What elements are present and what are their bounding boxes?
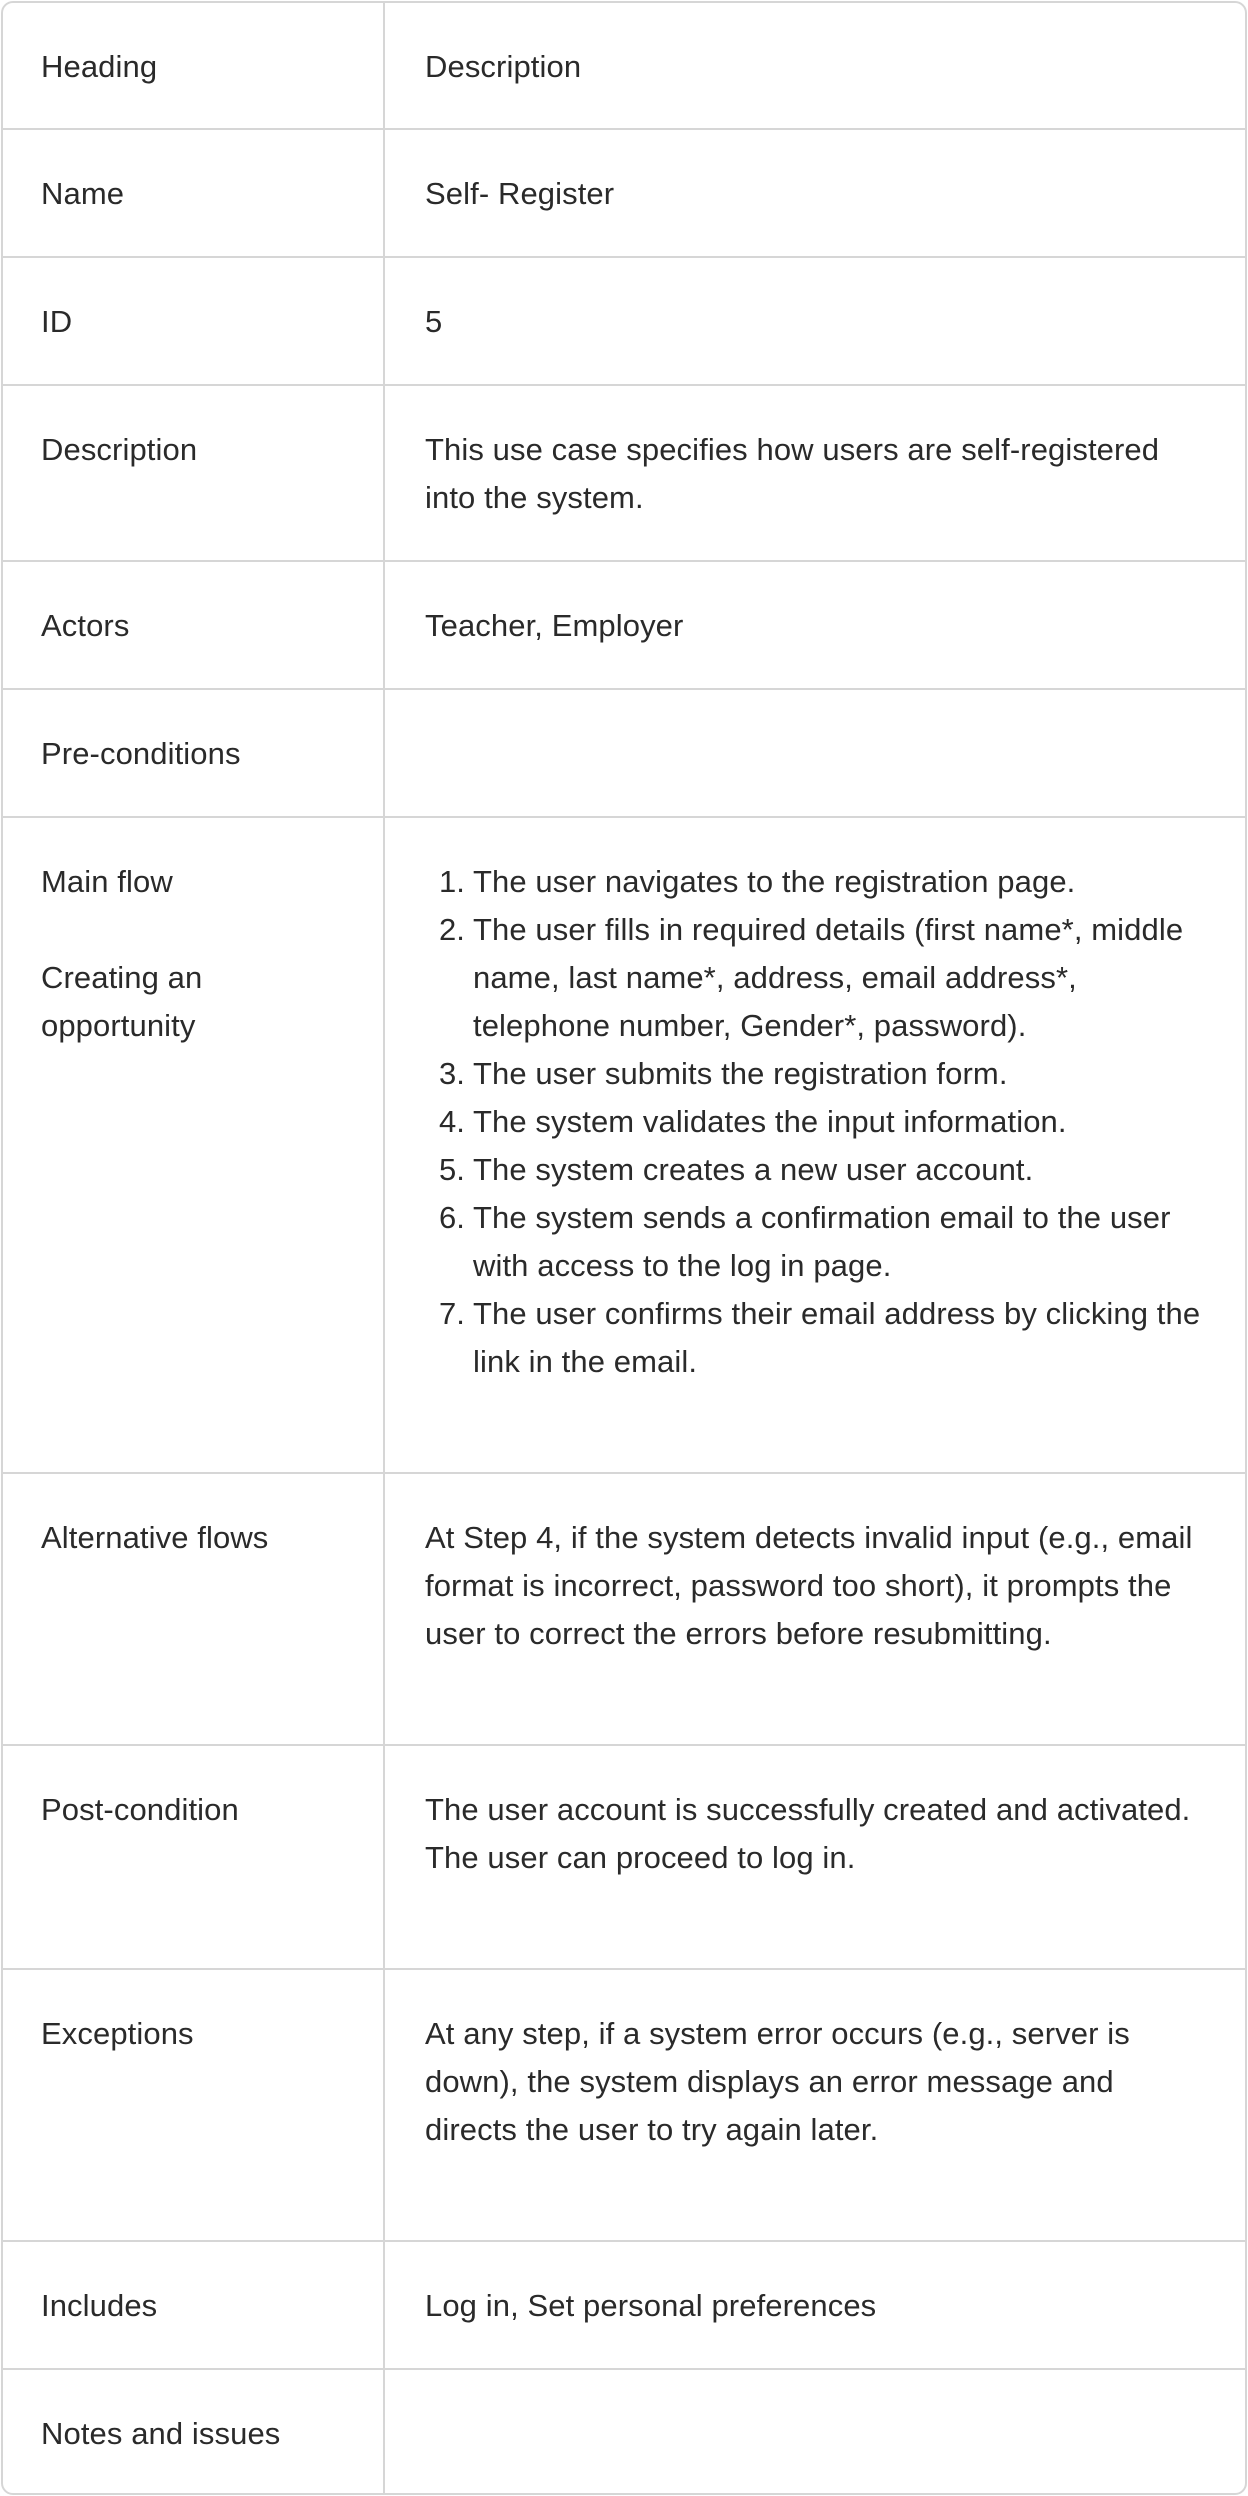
postcondition-value-cell: The user account is successfully created… (385, 1746, 1245, 1970)
list-item: 6. The system sends a confirmation email … (425, 1194, 1209, 1290)
description-column-header: Description (385, 3, 1245, 130)
use-case-table: Heading Description Name Self- Register … (1, 1, 1247, 2495)
step-number: 2. (438, 912, 465, 947)
step-text: The system validates the input informati… (473, 1104, 1067, 1139)
postcondition-line-1: The user account is successfully created… (425, 1792, 1191, 1827)
main-flow-label: Main flow (41, 864, 173, 899)
main-flow-steps-cell: 1. The user navigates to the registration… (385, 818, 1245, 1474)
list-item: 1. The user navigates to the registration… (425, 858, 1209, 906)
step-number: 6. (438, 1200, 465, 1235)
description-label: Description (3, 386, 385, 562)
step-text: The system sends a confirmation email to… (473, 1200, 1171, 1283)
step-text: The system creates a new user account. (473, 1152, 1034, 1187)
preconditions-value (385, 690, 1245, 818)
step-text: The user submits the registration form. (473, 1056, 1008, 1091)
step-number: 5. (438, 1152, 465, 1187)
notes-value (385, 2370, 1245, 2493)
includes-value: Log in, Set personal preferences (385, 2242, 1245, 2370)
list-item: 5. The system creates a new user account. (425, 1146, 1209, 1194)
step-text: The user confirms their email address by… (473, 1296, 1201, 1379)
step-number: 4. (438, 1104, 465, 1139)
id-value: 5 (385, 258, 1245, 386)
description-value: This use case specifies how users are se… (385, 386, 1245, 562)
alternative-flows-value: At Step 4, if the system detects invalid… (385, 1474, 1245, 1746)
actors-value: Teacher, Employer (385, 562, 1245, 690)
alternative-flows-label: Alternative flows (3, 1474, 385, 1746)
name-label: Name (3, 130, 385, 258)
step-number: 3. (438, 1056, 465, 1091)
id-label: ID (3, 258, 385, 386)
heading-column-header: Heading (3, 3, 385, 130)
exceptions-value: At any step, if a system error occurs (e… (385, 1970, 1245, 2242)
list-item: 2. The user fills in required details (fi… (425, 906, 1209, 1050)
postcondition-label: Post-condition (3, 1746, 385, 1970)
list-item: 4. The system validates the input informa… (425, 1098, 1209, 1146)
exceptions-label: Exceptions (3, 1970, 385, 2242)
postcondition-line-2: The user can proceed to log in. (425, 1840, 856, 1875)
actors-label: Actors (3, 562, 385, 690)
main-flow-sublabel: Creating an opportunity (41, 960, 203, 1043)
includes-label: Includes (3, 2242, 385, 2370)
step-text: The user navigates to the registration p… (473, 864, 1076, 899)
step-number: 7. (438, 1296, 465, 1331)
name-value: Self- Register (385, 130, 1245, 258)
list-item: 7. The user confirms their email address … (425, 1290, 1209, 1386)
step-number: 1. (438, 864, 465, 899)
main-flow-label-cell: Main flow Creating an opportunity (3, 818, 385, 1474)
list-item: 3. The user submits the registration form… (425, 1050, 1209, 1098)
step-text: The user fills in required details (firs… (473, 912, 1184, 1043)
main-flow-steps: 1. The user navigates to the registration… (425, 858, 1209, 1386)
preconditions-label: Pre-conditions (3, 690, 385, 818)
notes-label: Notes and issues (3, 2370, 385, 2493)
